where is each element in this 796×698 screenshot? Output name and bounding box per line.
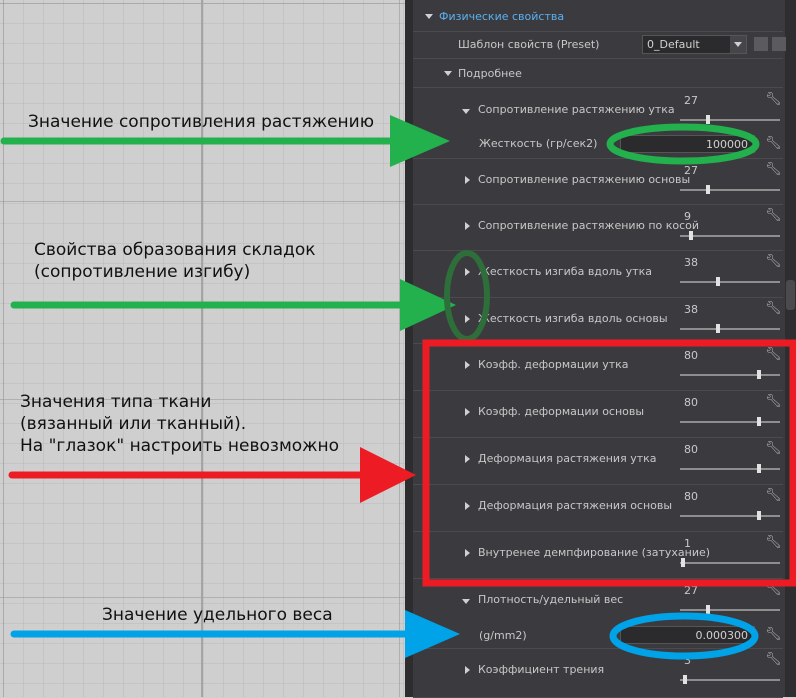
dark-green-ellipse-highlight: [444, 250, 490, 342]
red-arrow-head: [360, 447, 416, 503]
green-arrow-head: [390, 115, 450, 167]
green-ellipse-highlight: [606, 123, 760, 165]
annotation-fold-line1: Свойства образования складок: [34, 240, 316, 260]
annotation-fabric-line1: Значения типа ткани: [20, 392, 212, 412]
blue-arrow-head: [405, 610, 460, 658]
annotation-fabric-line3: На "глазок" настроить невозможно: [20, 436, 340, 456]
annotation-overlay: [0, 115, 796, 660]
annotation-stretch: Значение сопротивления растяжению: [28, 112, 375, 132]
annotation-fold-line2: (сопротивление изгибу): [34, 262, 251, 282]
annotation-weight: Значение удельного веса: [102, 605, 333, 625]
red-rectangle-highlight: [422, 339, 796, 587]
blue-ellipse-highlight: [609, 612, 759, 660]
annotation-fabric-line2: (вязанный или тканный).: [20, 414, 247, 434]
